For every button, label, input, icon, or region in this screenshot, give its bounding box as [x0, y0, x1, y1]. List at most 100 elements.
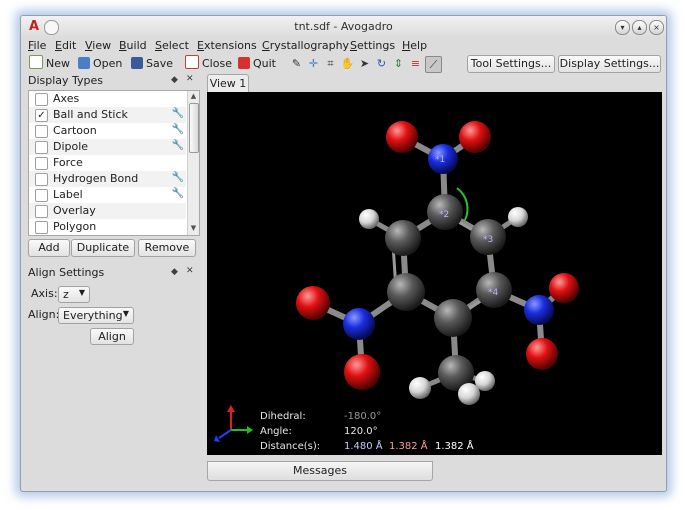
- display-type-checkbox[interactable]: [35, 189, 48, 202]
- atom-oxygen: [386, 121, 418, 153]
- display-type-checkbox[interactable]: [35, 125, 48, 138]
- atom-hydrogen: [458, 383, 480, 405]
- display-type-label: Overlay: [53, 204, 96, 217]
- measure-tool-icon[interactable]: ⟋: [425, 56, 442, 73]
- display-type-checkbox[interactable]: [35, 221, 48, 234]
- atom-carbon: [387, 273, 425, 311]
- new-button[interactable]: New: [29, 55, 70, 73]
- maximize-button[interactable]: ▴: [632, 20, 647, 35]
- navigate-tool-icon[interactable]: ✛: [306, 56, 321, 71]
- dock-close-icon[interactable]: ✕: [186, 266, 194, 276]
- tab-messages[interactable]: Messages: [207, 461, 433, 481]
- manipulate-hand-icon[interactable]: ✋: [340, 56, 355, 71]
- close-button[interactable]: Close: [185, 55, 232, 73]
- wrench-icon[interactable]: 🔧: [172, 108, 184, 119]
- add-display-type-button[interactable]: Add: [28, 239, 70, 257]
- atom-nitrogen: [524, 295, 554, 325]
- quit-icon: [238, 57, 250, 69]
- app-window: tnt.sdf - Avogadro A ▾ ▴ × File Edit Vie…: [20, 15, 667, 492]
- tab-view-1[interactable]: View 1: [207, 74, 249, 93]
- display-type-checkbox[interactable]: [35, 93, 48, 106]
- duplicate-display-type-button[interactable]: Duplicate: [71, 239, 135, 257]
- wrench-icon[interactable]: 🔧: [172, 124, 184, 135]
- atom-nitrogen: [343, 308, 375, 340]
- bond-centric-tool-icon[interactable]: ⌗: [323, 56, 338, 71]
- wrench-icon[interactable]: 🔧: [172, 172, 184, 183]
- tool-settings-button[interactable]: Tool Settings...: [467, 55, 555, 73]
- scroll-up-icon[interactable]: ▲: [188, 92, 199, 100]
- display-settings-button[interactable]: Display Settings...: [558, 55, 661, 73]
- close-window-button[interactable]: ×: [649, 20, 664, 35]
- draw-tool-pencil-icon[interactable]: ✎: [289, 56, 304, 71]
- atom-oxygen: [526, 338, 558, 370]
- wrench-icon[interactable]: 🔧: [172, 140, 184, 151]
- menu-extensions[interactable]: Extensions: [197, 39, 257, 52]
- quit-button[interactable]: Quit: [238, 55, 276, 73]
- remove-display-type-button[interactable]: Remove: [138, 239, 196, 257]
- display-type-label: Ball and Stick: [53, 108, 128, 121]
- panel-splitter[interactable]: [201, 74, 205, 454]
- menu-crystallography[interactable]: Crystallography: [262, 39, 349, 52]
- dihedral-value: -180.0°: [344, 411, 381, 422]
- menu-view[interactable]: View: [85, 39, 111, 52]
- dock-float-icon[interactable]: ◆: [171, 75, 178, 85]
- atom-label: *3: [483, 235, 493, 245]
- menu-file[interactable]: File: [28, 39, 46, 52]
- molecule-render[interactable]: *1 *2 *3 *4 Dihedral: -180.0° Angle: 120…: [207, 92, 662, 455]
- save-button[interactable]: Save: [131, 55, 173, 73]
- display-type-label: Hydrogen Bond: [53, 172, 139, 185]
- display-type-row[interactable]: Dipole 🔧: [29, 139, 186, 155]
- molecule-viewport[interactable]: *1 *2 *3 *4 Dihedral: -180.0° Angle: 120…: [207, 92, 662, 455]
- atom-label: *1: [435, 155, 445, 165]
- menu-settings[interactable]: Settings: [350, 39, 395, 52]
- display-type-label: Force: [53, 156, 83, 169]
- pin-icon[interactable]: [44, 20, 59, 35]
- align-tool-icon[interactable]: ≡: [408, 56, 423, 71]
- display-type-row[interactable]: Overlay: [29, 203, 186, 219]
- dock-close-icon[interactable]: ✕: [186, 74, 194, 84]
- atom-carbon: [434, 299, 472, 337]
- menu-edit[interactable]: Edit: [55, 39, 76, 52]
- atom-oxygen: [344, 354, 380, 390]
- display-type-row[interactable]: Label 🔧: [29, 187, 186, 203]
- minimize-button[interactable]: ▾: [615, 20, 630, 35]
- new-file-icon: [29, 55, 43, 69]
- display-type-checkbox[interactable]: ✓: [35, 109, 48, 122]
- scroll-down-icon[interactable]: ▼: [188, 224, 199, 232]
- atom-hydrogen: [508, 207, 528, 227]
- display-type-row[interactable]: Force: [29, 155, 186, 171]
- dock-float-icon[interactable]: ◆: [171, 267, 178, 277]
- display-type-row[interactable]: ✓ Ball and Stick 🔧: [29, 107, 186, 123]
- display-type-checkbox[interactable]: [35, 173, 48, 186]
- display-type-checkbox[interactable]: [35, 205, 48, 218]
- display-type-checkbox[interactable]: [35, 157, 48, 170]
- atom-oxygen: [459, 121, 491, 153]
- atom-carbon: [385, 220, 421, 256]
- distance-value: 1.480 Å: [344, 439, 383, 452]
- align-button[interactable]: Align: [90, 328, 134, 345]
- display-type-row[interactable]: Axes: [29, 91, 186, 107]
- menu-help[interactable]: Help: [402, 39, 427, 52]
- display-type-label: Label: [53, 188, 83, 201]
- select-arrow-icon[interactable]: ➤: [357, 56, 372, 71]
- open-button[interactable]: Open: [78, 55, 122, 73]
- auto-optimize-icon[interactable]: ⇕: [391, 56, 406, 71]
- axis-select[interactable]: z ▼: [58, 286, 90, 303]
- display-type-row[interactable]: Polygon: [29, 219, 186, 235]
- display-type-row[interactable]: Hydrogen Bond 🔧: [29, 171, 186, 187]
- display-type-checkbox[interactable]: [35, 141, 48, 154]
- menu-build[interactable]: Build: [119, 39, 147, 52]
- auto-rotate-icon[interactable]: ↻: [374, 56, 389, 71]
- folder-open-icon: [78, 57, 90, 69]
- wrench-icon[interactable]: 🔧: [172, 188, 184, 199]
- save-disk-icon: [131, 57, 143, 69]
- display-types-scrollbar[interactable]: ▲ ▼: [187, 91, 199, 235]
- display-types-list: Axes ✓ Ball and Stick 🔧 Cartoon 🔧 Dipole…: [28, 90, 200, 236]
- close-document-icon: [185, 55, 199, 69]
- atom-label: *2: [439, 210, 449, 220]
- display-type-row[interactable]: Cartoon 🔧: [29, 123, 186, 139]
- scrollbar-thumb[interactable]: [189, 103, 199, 153]
- align-target-select[interactable]: Everything ▼: [58, 307, 134, 324]
- atom-hydrogen: [409, 377, 431, 399]
- menu-select[interactable]: Select: [155, 39, 189, 52]
